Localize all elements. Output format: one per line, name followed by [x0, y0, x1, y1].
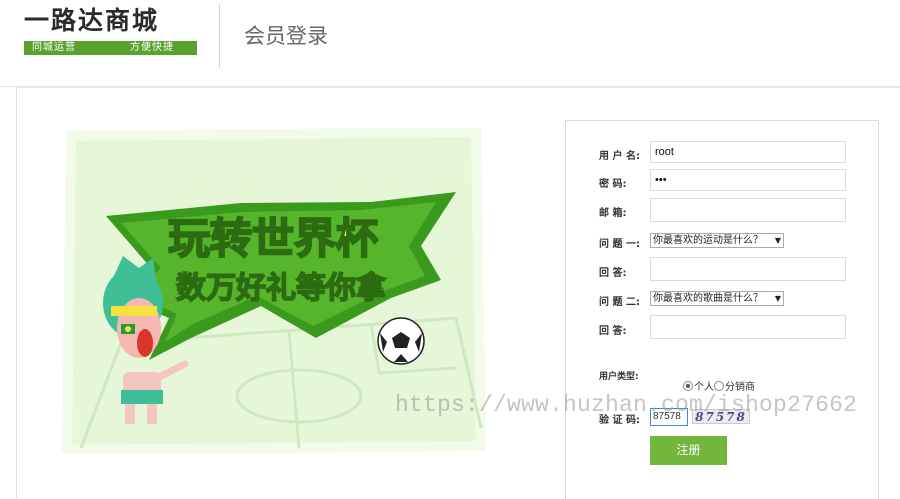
page-title: 会员登录 — [244, 25, 328, 48]
logo-title: 一路达商城 — [24, 6, 160, 35]
site-logo[interactable]: 一路达商城 同城运营 方便快捷 — [24, 6, 200, 58]
main-panel: 玩转世界杯 数万好礼等你拿 用 户 名: root 密 码: ••• 邮 箱: … — [16, 87, 900, 499]
row-user-type: 用户类型: 个人 分销商 — [566, 366, 878, 393]
user-type-label: 用户类型: — [599, 372, 639, 382]
question2-selected: 你最喜欢的歌曲是什么？ — [653, 293, 763, 304]
register-button[interactable]: 注册 — [650, 436, 727, 465]
logo-tagline-right: 方便快捷 — [130, 42, 174, 53]
header-divider — [219, 4, 220, 68]
question1-selected: 你最喜欢的运动是什么？ — [653, 235, 763, 246]
radio-unchecked-icon[interactable] — [714, 381, 724, 391]
logo-tagline-bar: 同城运营 方便快捷 — [24, 41, 197, 55]
banner-subline: 数万好礼等你拿 — [176, 271, 386, 306]
chevron-down-icon: ▼ — [774, 236, 781, 245]
answer2-input[interactable] — [650, 315, 846, 339]
radio-checked-icon[interactable] — [683, 381, 693, 391]
banner-headline: 玩转世界杯 — [168, 214, 378, 263]
site-header: 一路达商城 同城运营 方便快捷 会员登录 — [0, 0, 900, 87]
chevron-down-icon: ▼ — [774, 294, 781, 303]
question1-select[interactable]: 你最喜欢的运动是什么？ ▼ — [650, 233, 784, 248]
logo-tagline-left: 同城运营 — [32, 42, 76, 53]
password-input[interactable]: ••• — [650, 169, 846, 191]
watermark-text: https://www.huzhan.com/ishop27662 — [395, 392, 858, 418]
question2-select[interactable]: 你最喜欢的歌曲是什么？ ▼ — [650, 291, 784, 306]
email-input[interactable] — [650, 198, 846, 222]
soccer-ball-icon — [377, 317, 425, 365]
answer1-input[interactable] — [650, 257, 846, 281]
username-input[interactable]: root — [650, 141, 846, 163]
register-form: 用 户 名: root 密 码: ••• 邮 箱: 问 题 一: 你最喜欢的运动… — [565, 120, 879, 499]
